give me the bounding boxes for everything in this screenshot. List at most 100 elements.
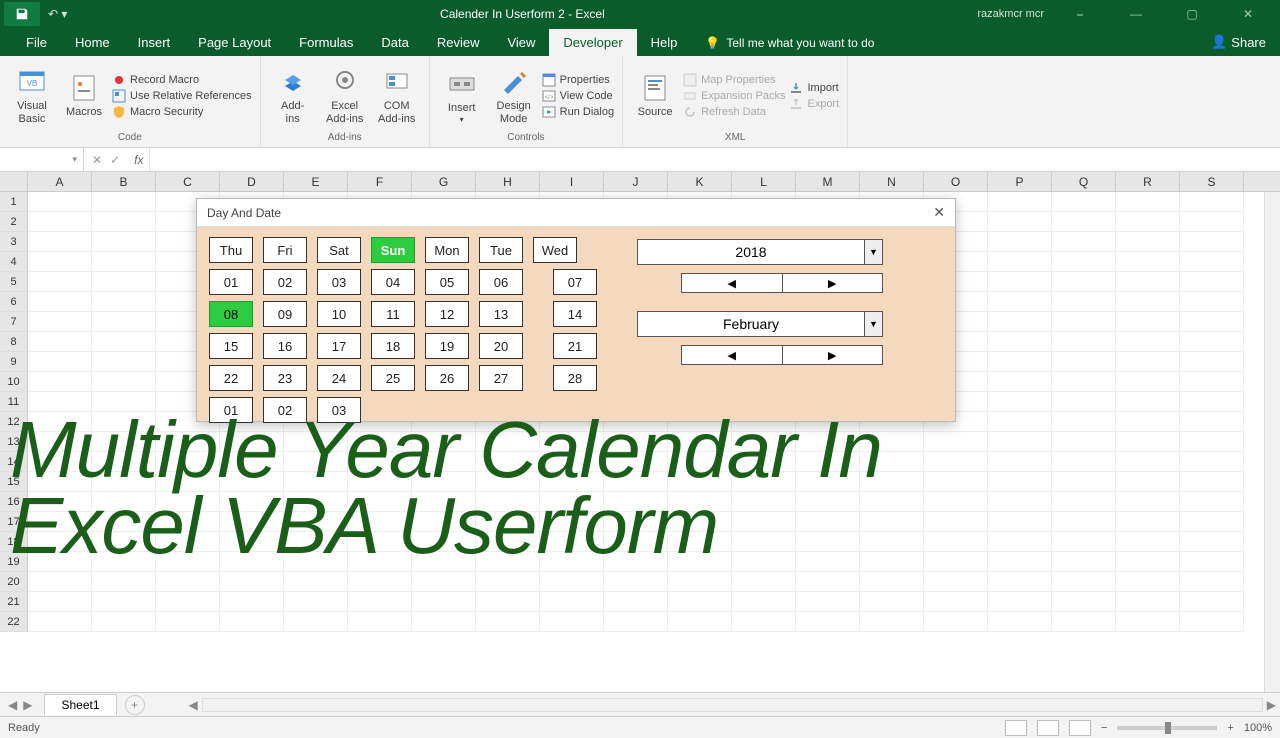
visual-basic-button[interactable]: VB Visual Basic — [8, 60, 56, 132]
year-next-button[interactable]: ▶ — [783, 273, 884, 293]
excel-addins-button[interactable]: Excel Add-ins — [321, 60, 369, 132]
row-header[interactable]: 1 — [0, 192, 28, 212]
minimize-icon[interactable]: — — [1116, 0, 1156, 28]
userform-titlebar[interactable]: Day And Date ✕ — [197, 199, 955, 227]
addins-button[interactable]: Add- ins — [269, 60, 317, 132]
record-macro-button[interactable]: Record Macro — [112, 73, 252, 87]
view-normal-button[interactable] — [1005, 720, 1027, 736]
sheet-tab-sheet1[interactable]: Sheet1 — [44, 694, 116, 715]
calendar-date-cell[interactable]: 22 — [209, 365, 253, 391]
column-header[interactable]: K — [668, 172, 732, 191]
tab-page-layout[interactable]: Page Layout — [184, 29, 285, 56]
insert-button[interactable]: Insert ▾ — [438, 60, 486, 132]
column-header[interactable]: D — [220, 172, 284, 191]
calendar-date-cell[interactable]: 24 — [317, 365, 361, 391]
column-header[interactable]: E — [284, 172, 348, 191]
row-header[interactable]: 3 — [0, 232, 28, 252]
ribbon-options-icon[interactable]: ⎯ — [1060, 0, 1100, 28]
month-dropdown-icon[interactable]: ▼ — [865, 311, 883, 337]
column-header[interactable]: Q — [1052, 172, 1116, 191]
macro-security-button[interactable]: Macro Security — [112, 105, 252, 119]
formula-input[interactable] — [149, 148, 1280, 171]
calendar-date-cell[interactable]: 27 — [479, 365, 523, 391]
run-dialog-button[interactable]: Run Dialog — [542, 105, 614, 119]
column-header[interactable]: C — [156, 172, 220, 191]
tell-me[interactable]: 💡 Tell me what you want to do — [691, 30, 888, 56]
calendar-date-cell[interactable]: 06 — [479, 269, 523, 295]
column-header[interactable]: M — [796, 172, 860, 191]
calendar-date-cell[interactable]: 10 — [317, 301, 361, 327]
tab-insert[interactable]: Insert — [124, 29, 185, 56]
save-button[interactable] — [4, 2, 40, 26]
design-mode-button[interactable]: Design Mode — [490, 60, 538, 132]
year-prev-button[interactable]: ◀ — [681, 273, 783, 293]
view-code-button[interactable]: </>View Code — [542, 89, 614, 103]
calendar-date-cell[interactable]: 21 — [553, 333, 597, 359]
properties-button[interactable]: Properties — [542, 73, 614, 87]
column-header[interactable]: F — [348, 172, 412, 191]
calendar-date-cell[interactable]: 19 — [425, 333, 469, 359]
row-header[interactable]: 6 — [0, 292, 28, 312]
tab-developer[interactable]: Developer — [549, 29, 636, 56]
calendar-date-cell[interactable]: 07 — [553, 269, 597, 295]
zoom-in-button[interactable]: + — [1227, 722, 1233, 734]
calendar-date-cell[interactable]: 16 — [263, 333, 307, 359]
share-button[interactable]: 👤 Share — [1197, 28, 1280, 56]
calendar-date-cell[interactable]: 26 — [425, 365, 469, 391]
tab-view[interactable]: View — [493, 29, 549, 56]
calendar-date-cell[interactable]: 11 — [371, 301, 415, 327]
calendar-date-cell[interactable]: 13 — [479, 301, 523, 327]
month-next-button[interactable]: ▶ — [783, 345, 884, 365]
enter-icon[interactable]: ✓ — [110, 153, 120, 167]
view-page-break-button[interactable] — [1069, 720, 1091, 736]
horizontal-scrollbar[interactable]: ◀ ▶ — [185, 698, 1280, 712]
row-header[interactable]: 10 — [0, 372, 28, 392]
tab-file[interactable]: File — [12, 29, 61, 56]
row-header[interactable]: 21 — [0, 592, 28, 612]
row-header[interactable]: 20 — [0, 572, 28, 592]
select-all-corner[interactable] — [0, 172, 28, 191]
vertical-scrollbar[interactable] — [1264, 192, 1280, 692]
calendar-date-cell[interactable]: 12 — [425, 301, 469, 327]
sheet-nav-next-icon[interactable]: ▶ — [23, 698, 32, 712]
name-box[interactable]: ▾ — [0, 148, 84, 171]
calendar-date-cell[interactable]: 04 — [371, 269, 415, 295]
row-header[interactable]: 9 — [0, 352, 28, 372]
calendar-date-cell[interactable]: 28 — [553, 365, 597, 391]
row-header[interactable]: 7 — [0, 312, 28, 332]
add-sheet-button[interactable]: + — [125, 695, 145, 715]
calendar-date-cell[interactable]: 02 — [263, 269, 307, 295]
zoom-out-button[interactable]: − — [1101, 722, 1107, 734]
row-header[interactable]: 2 — [0, 212, 28, 232]
user-name[interactable]: razakmcr mcr — [977, 8, 1044, 20]
row-header[interactable]: 8 — [0, 332, 28, 352]
com-addins-button[interactable]: COM Add-ins — [373, 60, 421, 132]
calendar-date-cell[interactable]: 14 — [553, 301, 597, 327]
calendar-date-cell[interactable]: 08 — [209, 301, 253, 327]
view-page-layout-button[interactable] — [1037, 720, 1059, 736]
calendar-date-cell[interactable]: 20 — [479, 333, 523, 359]
row-header[interactable]: 22 — [0, 612, 28, 632]
row-header[interactable]: 4 — [0, 252, 28, 272]
cancel-icon[interactable]: ✕ — [92, 153, 102, 167]
column-header[interactable]: J — [604, 172, 668, 191]
qat-undo-icon[interactable]: ↶ ▾ — [48, 7, 67, 21]
column-header[interactable]: P — [988, 172, 1052, 191]
relative-refs-button[interactable]: Use Relative References — [112, 89, 252, 103]
tab-data[interactable]: Data — [367, 29, 422, 56]
column-header[interactable]: R — [1116, 172, 1180, 191]
source-button[interactable]: Source — [631, 60, 679, 132]
column-header[interactable]: L — [732, 172, 796, 191]
tab-help[interactable]: Help — [637, 29, 692, 56]
fx-label[interactable]: fx — [128, 153, 149, 167]
tab-home[interactable]: Home — [61, 29, 124, 56]
zoom-level[interactable]: 100% — [1244, 722, 1272, 734]
tab-formulas[interactable]: Formulas — [285, 29, 367, 56]
sheet-nav-prev-icon[interactable]: ◀ — [8, 698, 17, 712]
year-combo[interactable]: 2018 ▼ — [637, 239, 883, 265]
chevron-down-icon[interactable]: ▾ — [72, 154, 77, 165]
calendar-date-cell[interactable]: 03 — [317, 269, 361, 295]
month-combo[interactable]: February ▼ — [637, 311, 883, 337]
column-header[interactable]: I — [540, 172, 604, 191]
macros-button[interactable]: Macros — [60, 60, 108, 132]
